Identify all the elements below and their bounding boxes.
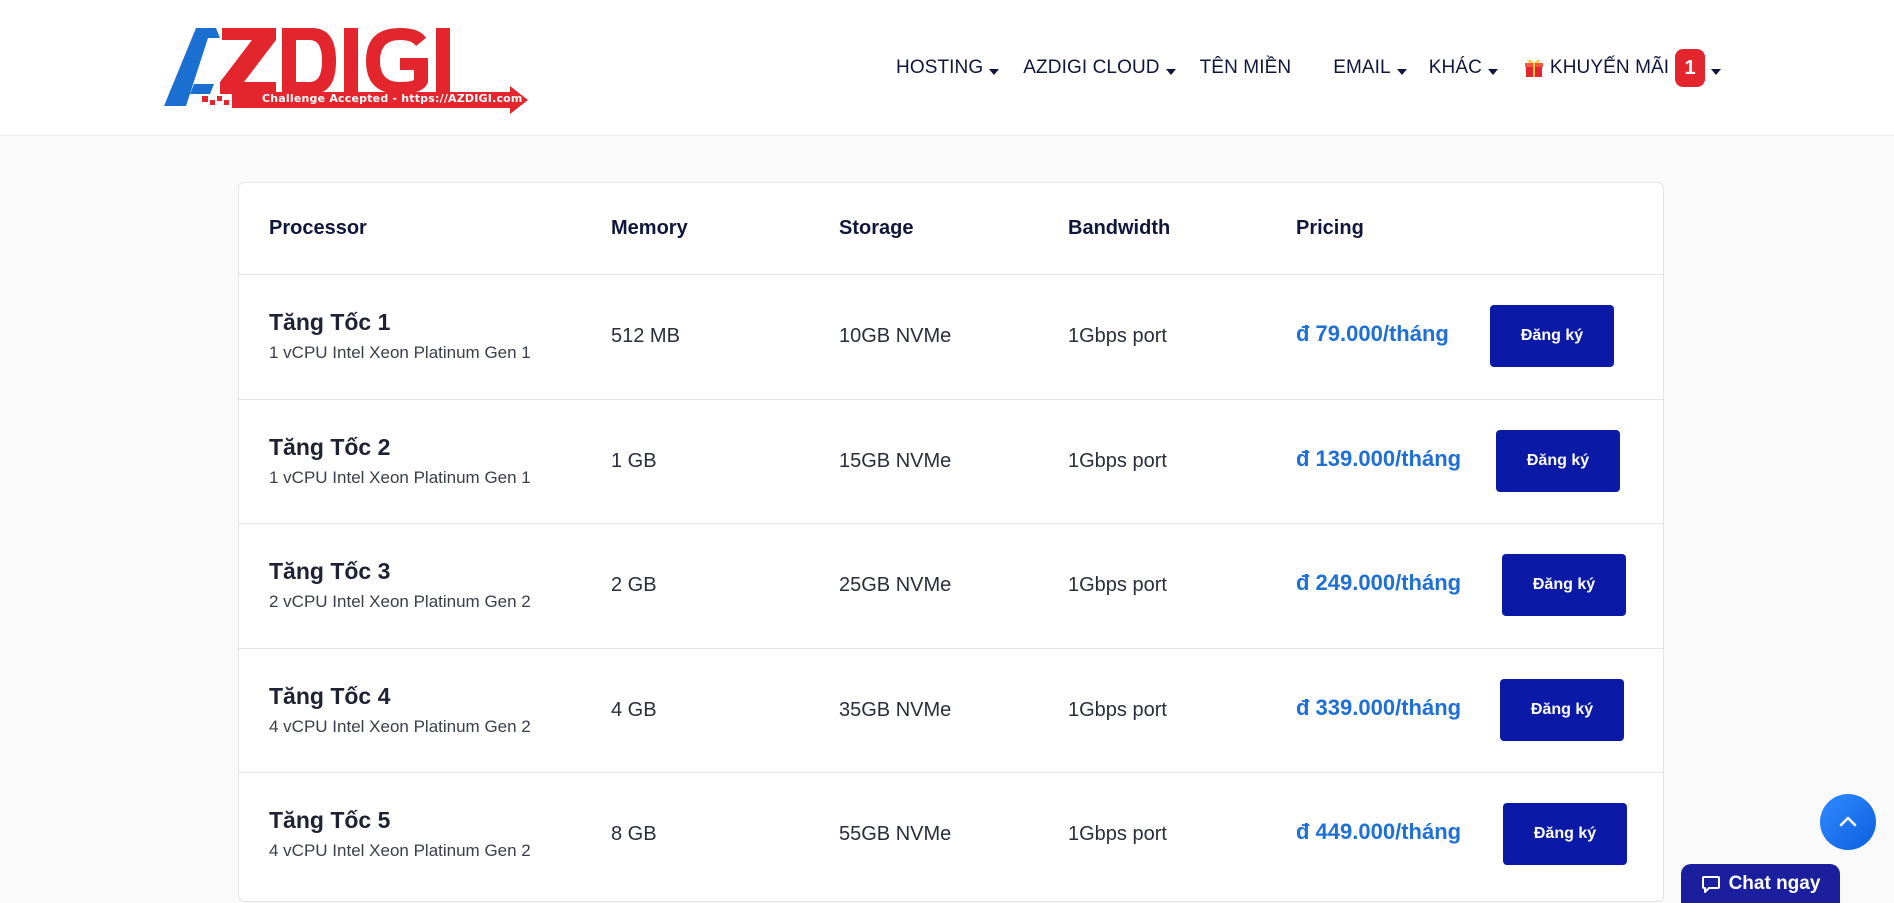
plan-cpu: 1 vCPU Intel Xeon Platinum Gen 1 [269, 468, 531, 487]
plan-name: Tăng Tốc 1 [269, 309, 391, 335]
plan-memory: 8 GB [611, 823, 657, 845]
vps-pricing-table: Processor Memory Storage Bandwidth Prici… [238, 182, 1664, 902]
header-memory: Memory [611, 217, 688, 239]
plan-price: đ 79.000/tháng [1296, 321, 1449, 346]
plan-cpu: 4 vCPU Intel Xeon Platinum Gen 2 [269, 717, 531, 736]
register-button[interactable]: Đăng ký [1496, 430, 1620, 492]
chat-now-button[interactable]: Chat ngay [1681, 864, 1840, 903]
plan-memory: 512 MB [611, 325, 680, 347]
plan-storage: 10GB NVMe [839, 325, 952, 347]
plan-bandwidth: 1Gbps port [1068, 699, 1167, 721]
gift-icon [1524, 59, 1543, 77]
nav-domain[interactable]: TÊN MIỀN [1200, 46, 1292, 90]
promo-count-badge: 1 [1675, 49, 1706, 87]
chat-bubble-icon [1701, 875, 1720, 893]
plan-price: đ 249.000/tháng [1296, 570, 1462, 595]
plan-memory: 4 GB [611, 699, 657, 721]
register-button[interactable]: Đăng ký [1500, 679, 1624, 741]
plan-storage: 15GB NVMe [839, 450, 952, 472]
header-bandwidth: Bandwidth [1068, 217, 1171, 239]
plan-cpu: 2 vCPU Intel Xeon Platinum Gen 2 [269, 592, 531, 611]
plan-bandwidth: 1Gbps port [1068, 325, 1167, 347]
chevron-down-icon [989, 69, 1000, 75]
nav-email[interactable]: EMAIL [1333, 46, 1407, 90]
arrow-up-icon [1839, 816, 1857, 827]
plan-cpu: 4 vCPU Intel Xeon Platinum Gen 2 [269, 841, 531, 860]
plan-price: đ 449.000/tháng [1296, 819, 1462, 844]
plan-name: Tăng Tốc 2 [269, 434, 391, 460]
nav-promo[interactable]: KHUYẾN MÃI 1 [1524, 46, 1722, 90]
table-row: Tăng Tốc 1 1 vCPU Intel Xeon Platinum Ge… [239, 275, 1663, 400]
plan-name: Tăng Tốc 4 [269, 683, 391, 709]
plan-name: Tăng Tốc 5 [269, 807, 391, 833]
nav-azdigi-cloud[interactable]: AZDIGI CLOUD [1023, 46, 1176, 90]
header-pricing: Pricing [1296, 217, 1364, 239]
main-nav: HOSTING AZDIGI CLOUD TÊN MIỀN EMAIL KHÁC… [896, 46, 1722, 90]
table-row: Tăng Tốc 2 1 vCPU Intel Xeon Platinum Ge… [239, 400, 1663, 524]
plan-bandwidth: 1Gbps port [1068, 823, 1167, 845]
plan-cpu: 1 vCPU Intel Xeon Platinum Gen 1 [269, 343, 531, 362]
table-row: Tăng Tốc 5 4 vCPU Intel Xeon Platinum Ge… [239, 773, 1663, 901]
table-row: Tăng Tốc 4 4 vCPU Intel Xeon Platinum Ge… [239, 649, 1663, 773]
nav-hosting-label: HOSTING [896, 57, 984, 78]
logo-tagline: Challenge Accepted - https://AZDIGI.com [262, 92, 523, 105]
scroll-to-top-button[interactable] [1820, 794, 1876, 850]
table-row: Tăng Tốc 3 2 vCPU Intel Xeon Platinum Ge… [239, 524, 1663, 649]
plan-name: Tăng Tốc 3 [269, 558, 391, 584]
chevron-down-icon [1487, 69, 1498, 75]
plan-storage: 55GB NVMe [839, 823, 952, 845]
plan-bandwidth: 1Gbps port [1068, 574, 1167, 596]
chat-label: Chat ngay [1728, 872, 1821, 894]
chevron-down-icon [1396, 69, 1407, 75]
nav-other-label: KHÁC [1428, 57, 1482, 78]
nav-cloud-label: AZDIGI CLOUD [1023, 57, 1160, 78]
register-button[interactable]: Đăng ký [1503, 803, 1627, 865]
register-button[interactable]: Đăng ký [1490, 305, 1614, 367]
nav-hosting[interactable]: HOSTING [896, 46, 1000, 90]
plan-bandwidth: 1Gbps port [1068, 450, 1167, 472]
chevron-down-icon [1165, 69, 1176, 75]
nav-other[interactable]: KHÁC [1429, 46, 1498, 90]
header-storage: Storage [839, 217, 914, 239]
azdigi-logo[interactable]: Challenge Accepted - https://AZDIGI.com [164, 24, 528, 114]
plan-storage: 25GB NVMe [839, 574, 952, 596]
plan-memory: 2 GB [611, 574, 657, 596]
table-header-row: Processor Memory Storage Bandwidth Prici… [239, 183, 1663, 275]
plan-memory: 1 GB [611, 450, 657, 472]
header-processor: Processor [269, 217, 367, 239]
plan-storage: 35GB NVMe [839, 699, 952, 721]
nav-domain-label: TÊN MIỀN [1199, 57, 1292, 78]
nav-promo-label: KHUYẾN MÃI [1549, 57, 1670, 78]
site-header: Challenge Accepted - https://AZDIGI.com … [0, 0, 1894, 136]
plan-price: đ 339.000/tháng [1296, 695, 1462, 720]
plan-price: đ 139.000/tháng [1296, 446, 1462, 471]
register-button[interactable]: Đăng ký [1502, 554, 1626, 616]
nav-email-label: EMAIL [1333, 57, 1391, 78]
chevron-down-icon [1711, 69, 1722, 75]
